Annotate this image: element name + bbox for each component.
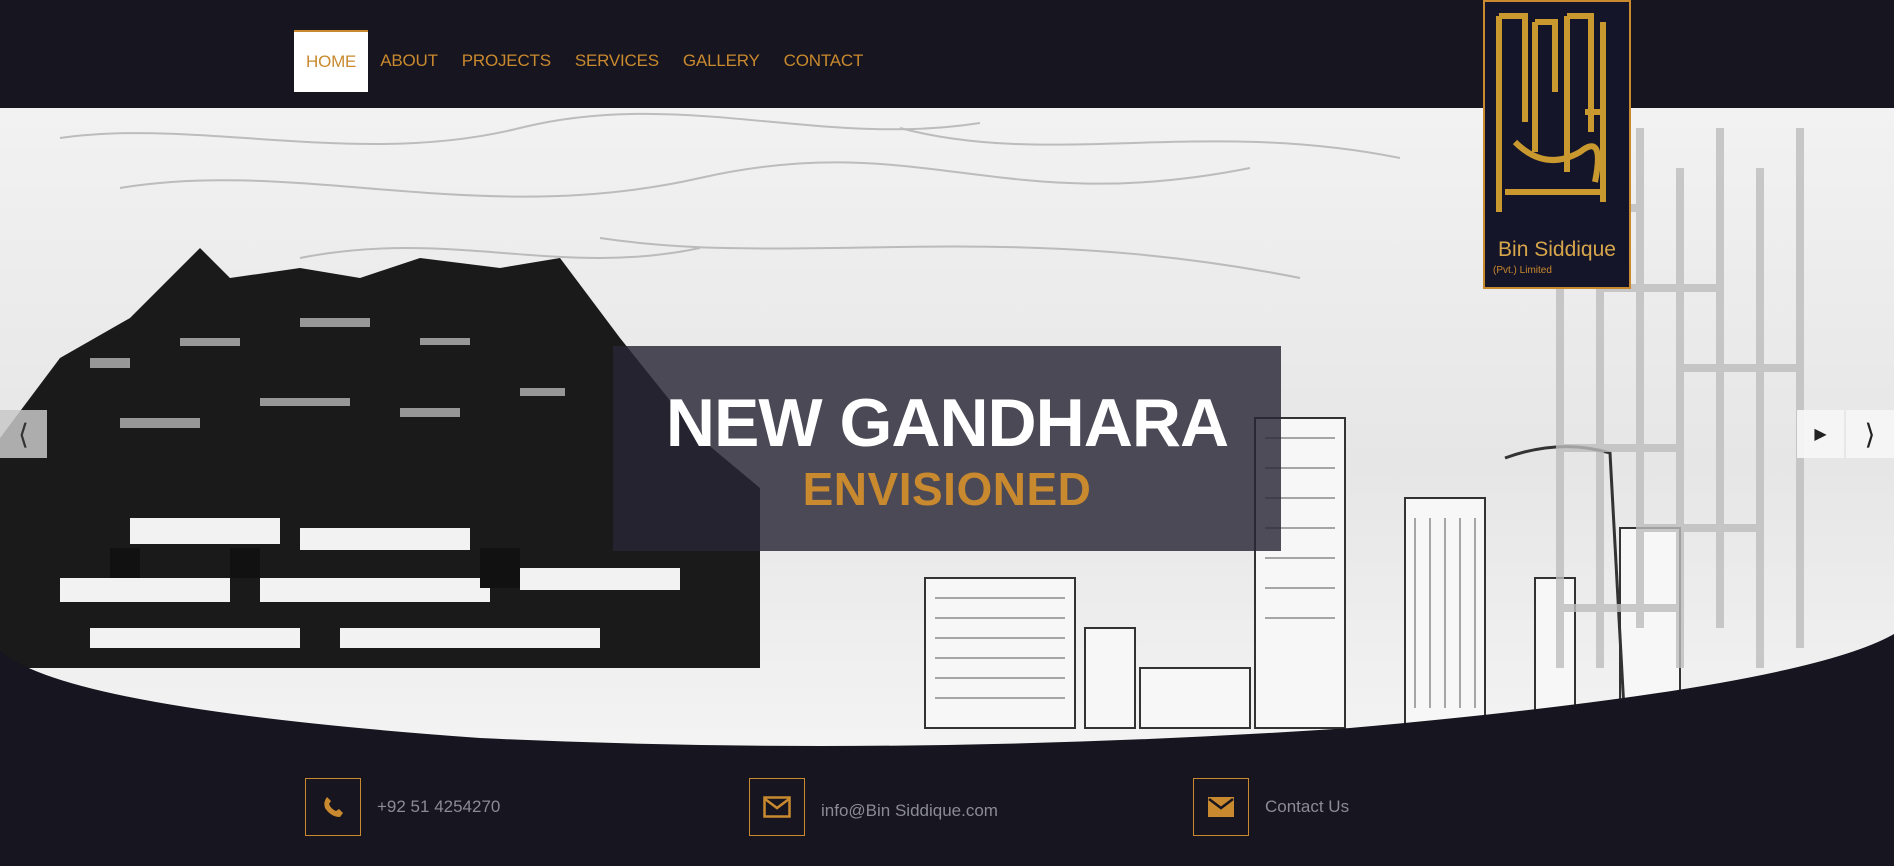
email-address: info@Bin Siddique.com	[821, 801, 998, 820]
nav-home[interactable]: HOME	[294, 30, 369, 92]
contact-phone[interactable]: +92 51 4254270	[305, 778, 500, 836]
hero-subtitle: ENVISIONED	[802, 463, 1092, 515]
chevron-left-icon: ⟨	[18, 418, 29, 450]
logo-subtitle: (Pvt.) Limited	[1493, 265, 1552, 276]
main-nav: HOME ABOUT PROJECTS SERVICES GALLERY CON…	[294, 30, 875, 92]
play-icon: ▶	[1814, 426, 1827, 443]
hero-caption: NEW GANDHARA ENVISIONED	[613, 346, 1281, 551]
hero-title: NEW GANDHARA	[665, 385, 1229, 461]
nav-about[interactable]: ABOUT	[368, 30, 450, 92]
brand-logo[interactable]: Bin Siddique (Pvt.) Limited	[1483, 0, 1631, 289]
slider-play-button[interactable]: ▶	[1797, 410, 1844, 458]
nav-projects[interactable]: PROJECTS	[450, 30, 563, 92]
slider-prev-button[interactable]: ⟨	[0, 410, 47, 458]
contact-us-link[interactable]: Contact Us	[1193, 778, 1349, 836]
chevron-right-icon: ⟩	[1864, 418, 1876, 450]
nav-contact[interactable]: CONTACT	[772, 30, 876, 92]
phone-icon	[305, 778, 361, 836]
calligraphy-mark	[1496, 13, 1606, 212]
envelope-icon	[1193, 778, 1249, 836]
nav-gallery[interactable]: GALLERY	[671, 30, 772, 92]
logo-name: Bin Siddique	[1498, 238, 1616, 261]
contact-email[interactable]: info@Bin Siddique.com	[749, 778, 998, 836]
contact-us-label: Contact Us	[1265, 797, 1350, 816]
envelope-outline-icon	[749, 778, 805, 836]
phone-number: +92 51 4254270	[377, 797, 501, 816]
slider-next-button[interactable]: ⟩	[1846, 410, 1894, 458]
nav-services[interactable]: SERVICES	[563, 30, 671, 92]
